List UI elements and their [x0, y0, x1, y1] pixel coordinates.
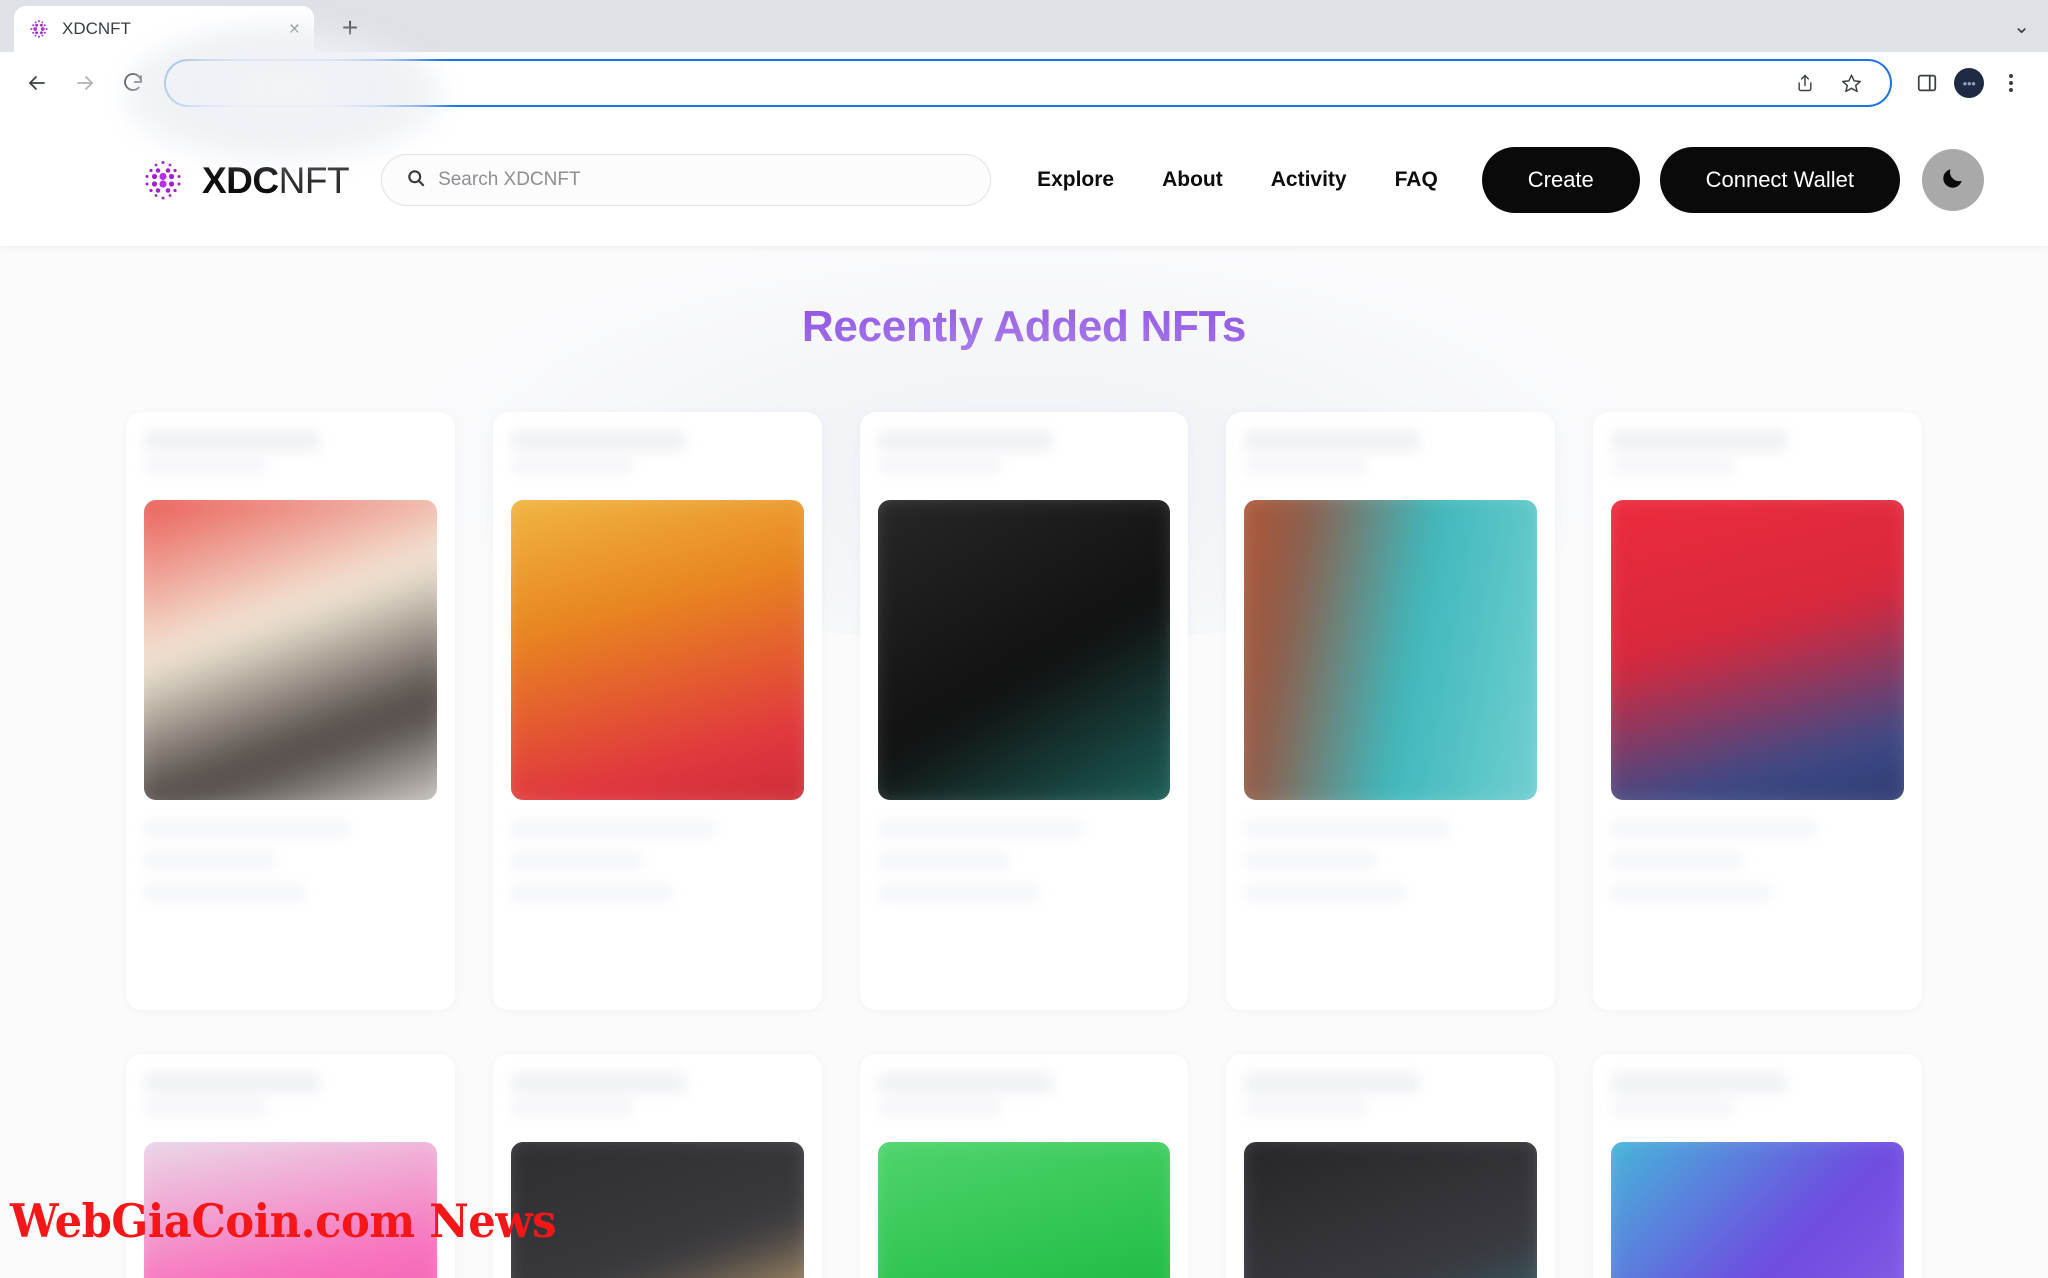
- nft-thumbnail: [1611, 500, 1904, 800]
- card-owner-chip: [510, 1072, 687, 1094]
- page-viewport: XDCNFT Search XDCNFT Explore About Activ…: [0, 114, 2048, 1278]
- dotmatrix-favicon: [28, 18, 50, 40]
- chevron-down-icon[interactable]: ⌄: [2013, 14, 2030, 39]
- forward-arrow-icon[interactable]: [64, 62, 106, 104]
- card-meta-chip: [877, 458, 1001, 474]
- card-header: [510, 1068, 804, 1124]
- card-header: [1611, 426, 1904, 482]
- new-tab-button[interactable]: +: [328, 6, 372, 50]
- dotmatrix-logo-icon: [140, 157, 186, 203]
- card-header: [144, 426, 437, 482]
- nft-grid-row-1: [0, 352, 2048, 1010]
- close-icon[interactable]: ×: [289, 20, 300, 39]
- nft-thumbnail: [1244, 500, 1538, 800]
- search-placeholder: Search XDCNFT: [438, 169, 581, 190]
- tab-title: XDCNFT: [62, 19, 131, 38]
- nft-card[interactable]: [859, 1054, 1189, 1278]
- card-owner-chip: [1611, 1072, 1787, 1094]
- back-arrow-icon[interactable]: [16, 62, 58, 104]
- card-meta-chip: [1611, 1100, 1735, 1116]
- card-header: [1244, 426, 1537, 482]
- theme-toggle-button[interactable]: [1921, 149, 1984, 211]
- nav-item-faq[interactable]: FAQ: [1395, 168, 1438, 192]
- side-panel-icon[interactable]: [1906, 62, 1948, 104]
- reload-icon[interactable]: [112, 62, 154, 104]
- nft-thumbnail: [1611, 1142, 1904, 1278]
- card-owner-chip: [510, 430, 687, 452]
- watermark-text: WebGiaCoin.com News: [10, 1194, 556, 1248]
- nft-card[interactable]: [1226, 1054, 1556, 1278]
- nft-thumbnail: [144, 500, 437, 800]
- card-owner-chip: [144, 1072, 320, 1094]
- card-body: [1244, 820, 1537, 902]
- card-meta-chip: [1611, 458, 1735, 474]
- card-owner-chip: [144, 430, 320, 452]
- nft-card[interactable]: [492, 412, 822, 1010]
- card-meta-chip: [877, 1100, 1001, 1116]
- card-owner-chip: [1244, 1072, 1421, 1094]
- nft-card[interactable]: [126, 412, 455, 1010]
- nft-card[interactable]: [1226, 412, 1556, 1010]
- moon-icon: [1940, 165, 1966, 196]
- card-header: [1244, 1068, 1537, 1124]
- tab-strip: XDCNFT × + ⌄: [0, 0, 2048, 52]
- card-body: [510, 820, 804, 902]
- nft-thumbnail: [877, 500, 1171, 800]
- brand-name-bold: XDC: [202, 159, 279, 201]
- card-header: [877, 1068, 1171, 1124]
- three-dot-menu-icon[interactable]: [1990, 62, 2032, 104]
- card-owner-chip: [1611, 430, 1787, 452]
- card-owner-chip: [1244, 430, 1421, 452]
- nft-card[interactable]: [1593, 412, 1922, 1010]
- card-meta-chip: [510, 1100, 634, 1116]
- profile-avatar[interactable]: ●●●: [1954, 68, 1984, 98]
- search-icon: [406, 168, 426, 193]
- card-header: [1611, 1068, 1904, 1124]
- browser-toolbar: ●●●: [0, 52, 2048, 114]
- card-meta-chip: [144, 1100, 267, 1116]
- nft-thumbnail: [877, 1142, 1171, 1278]
- card-owner-chip: [877, 430, 1054, 452]
- site-header: XDCNFT Search XDCNFT Explore About Activ…: [0, 114, 2048, 246]
- card-meta-chip: [1244, 1100, 1368, 1116]
- share-icon[interactable]: [1784, 62, 1826, 104]
- brand-wordmark: XDCNFT: [202, 159, 350, 201]
- card-header: [510, 426, 804, 482]
- nft-card[interactable]: [1593, 1054, 1922, 1278]
- create-button[interactable]: Create: [1481, 147, 1640, 213]
- search-input[interactable]: Search XDCNFT: [381, 154, 992, 206]
- card-header: [877, 426, 1171, 482]
- page-title: Recently Added NFTs: [801, 302, 1247, 351]
- connect-wallet-button[interactable]: Connect Wallet: [1659, 147, 1900, 213]
- address-bar[interactable]: [166, 61, 1890, 105]
- browser-tab[interactable]: XDCNFT ×: [14, 6, 314, 52]
- nft-card[interactable]: [859, 412, 1189, 1010]
- card-owner-chip: [877, 1072, 1054, 1094]
- nft-thumbnail: [510, 500, 804, 800]
- nav-item-activity[interactable]: Activity: [1271, 168, 1347, 192]
- card-body: [1611, 820, 1904, 902]
- card-body: [144, 820, 437, 902]
- main-content: Recently Added NFTs: [0, 222, 2048, 1278]
- card-meta-chip: [144, 458, 267, 474]
- nft-thumbnail: [1244, 1142, 1538, 1278]
- card-meta-chip: [1244, 458, 1368, 474]
- card-meta-chip: [510, 458, 634, 474]
- card-header: [144, 1068, 437, 1124]
- primary-nav: Explore About Activity FAQ: [1037, 168, 1438, 192]
- bookmark-star-icon[interactable]: [1830, 62, 1872, 104]
- nav-item-explore[interactable]: Explore: [1037, 168, 1114, 192]
- brand-logo[interactable]: XDCNFT: [140, 157, 350, 203]
- card-body: [877, 820, 1171, 902]
- nav-item-about[interactable]: About: [1162, 168, 1223, 192]
- browser-window: XDCNFT × + ⌄ ●●● XDCNFT Search XDCNFT Ex…: [0, 0, 2048, 1278]
- brand-name-light: NFT: [278, 159, 350, 201]
